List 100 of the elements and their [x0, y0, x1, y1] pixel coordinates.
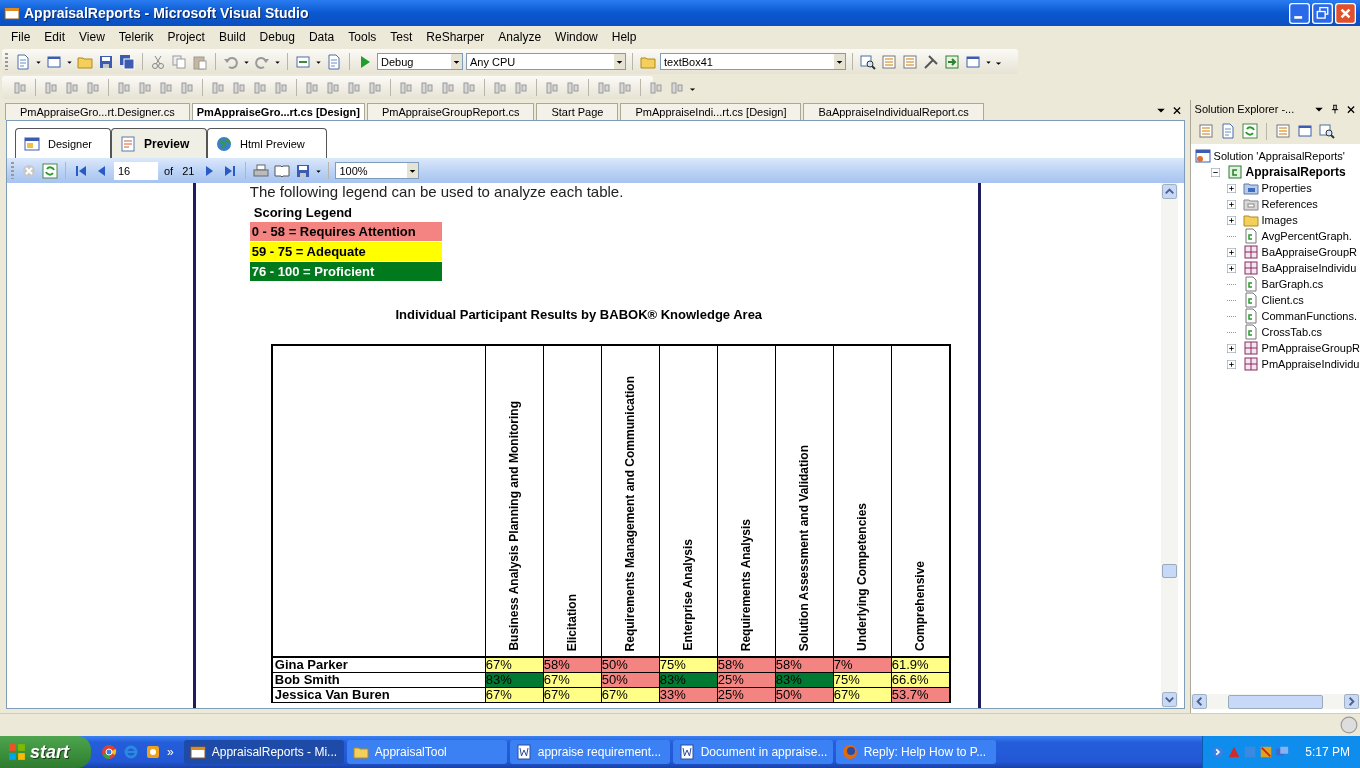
document-tab[interactable]: BaAppraiseIndividualReport.cs	[803, 103, 984, 120]
app-icon[interactable]	[145, 744, 161, 760]
tree-item[interactable]: CrossTab.cs	[1261, 326, 1323, 338]
report-icon	[1242, 356, 1259, 372]
document-icon	[515, 744, 532, 760]
menu-item[interactable]: Tools	[341, 28, 384, 46]
start-button[interactable]: start	[0, 736, 91, 768]
code-file-icon	[1242, 276, 1259, 292]
view-tab[interactable]: Html Preview	[207, 128, 327, 158]
menu-item[interactable]: Edit	[37, 28, 73, 46]
object-dropdown[interactable]: textBox41	[660, 53, 846, 70]
tree-item[interactable]: Client.cs	[1261, 294, 1304, 306]
zoom-dropdown[interactable]: 100%	[335, 162, 420, 179]
scroll-up-icon[interactable]	[1160, 183, 1178, 200]
copy-icon[interactable]	[170, 52, 188, 71]
more-button[interactable]: »	[167, 745, 174, 759]
tree-item[interactable]: AvgPercentGraph.	[1261, 230, 1352, 242]
tree-item[interactable]: PmAppraiseGroupR	[1261, 342, 1360, 354]
scroll-down-icon[interactable]	[1160, 691, 1178, 708]
menu-item[interactable]: Project	[160, 28, 212, 46]
menu-item[interactable]: View	[72, 28, 112, 46]
view-tab[interactable]: Designer	[15, 128, 111, 158]
taskbar-button[interactable]: Document in appraise...	[672, 740, 833, 764]
menu-item[interactable]: Telerik	[111, 28, 161, 46]
pin-icon[interactable]	[1330, 102, 1340, 116]
tray-icon[interactable]	[1259, 745, 1274, 759]
tree-item[interactable]: BaAppraiseGroupR	[1261, 246, 1357, 258]
horizontal-scrollbar[interactable]	[1190, 694, 1360, 709]
legend-entry: 76 - 100 = Proficient	[249, 262, 442, 281]
expand-icon[interactable]	[1226, 247, 1236, 257]
menu-item[interactable]: Debug	[252, 28, 302, 46]
expand-icon[interactable]	[1226, 343, 1236, 353]
tree-item[interactable]: AppraisalReports	[1245, 165, 1346, 179]
code-file-icon	[1242, 228, 1259, 244]
tray-icon[interactable]	[1275, 745, 1290, 759]
menu-item[interactable]: Data	[301, 28, 342, 46]
menu-item[interactable]: Test	[383, 28, 420, 46]
document-tab[interactable]: PmAppraiseGro...rt.Designer.cs	[5, 103, 190, 120]
folder-icon	[1242, 212, 1259, 228]
vertical-scrollbar[interactable]	[1160, 183, 1178, 708]
tree-item[interactable]: Solution 'AppraisalReports'	[1213, 150, 1345, 162]
tray-icon[interactable]	[1227, 745, 1242, 759]
document-tab[interactable]: PmAppraiseGro...rt.cs [Design]	[191, 103, 365, 120]
document-tab[interactable]: PmAppraiseIndi...rt.cs [Design]	[620, 103, 802, 120]
minimize-icon[interactable]	[1289, 2, 1310, 24]
search-icon[interactable]	[1317, 122, 1336, 140]
taskbar-button[interactable]: AppraisalTool	[346, 740, 507, 764]
refresh-icon[interactable]	[1240, 122, 1259, 140]
code-file-icon	[1242, 324, 1259, 340]
participant-name: Bob Smith	[271, 672, 486, 688]
expand-icon[interactable]	[1226, 215, 1236, 225]
scroll-left-icon[interactable]	[1190, 693, 1208, 710]
menu-item[interactable]: Window	[548, 28, 605, 46]
platform-dropdown[interactable]: Any CPU	[466, 53, 626, 70]
restore-icon[interactable]	[1312, 2, 1333, 24]
intro-text: The following legend can be used to analyze each table.	[249, 183, 625, 200]
window-title: AppraisalReports - Microsoft Visual Studio	[24, 5, 309, 21]
tree-item[interactable]: BaAppraiseIndividu	[1261, 262, 1357, 274]
tools-icon[interactable]	[922, 52, 940, 71]
taskbar-button[interactable]: AppraisalReports - Mi...	[183, 740, 344, 764]
print-icon[interactable]	[252, 161, 271, 180]
chevron-icon[interactable]	[1211, 745, 1226, 759]
folder-icon	[1242, 180, 1259, 196]
column-header: Comprehensive	[891, 345, 950, 657]
list-icon[interactable]	[1196, 122, 1215, 140]
view-tab[interactable]: Preview	[111, 128, 207, 158]
window-icon[interactable]	[1295, 122, 1314, 140]
globe-icon	[216, 135, 232, 152]
tree-item[interactable]: Properties	[1261, 182, 1312, 194]
scroll-thumb[interactable]	[1227, 694, 1323, 709]
refresh-icon[interactable]	[41, 161, 59, 180]
save-all-icon[interactable]	[118, 52, 136, 71]
scroll-right-icon[interactable]	[1343, 693, 1360, 710]
menu-item[interactable]: File	[4, 28, 38, 46]
resize-grip-icon[interactable]	[1340, 716, 1358, 734]
collapse-icon[interactable]	[1210, 167, 1220, 177]
menu-item[interactable]: Help	[604, 28, 644, 46]
menu-item[interactable]: Build	[211, 28, 253, 46]
page-field[interactable]: 16	[114, 161, 158, 180]
taskbar-button[interactable]: appraise requirement...	[509, 740, 670, 764]
expand-icon[interactable]	[1226, 199, 1236, 209]
expand-icon[interactable]	[1226, 183, 1236, 193]
tree-item[interactable]: BarGraph.cs	[1261, 278, 1324, 290]
search-icon[interactable]	[859, 52, 877, 71]
document-tab[interactable]: Start Page	[536, 103, 619, 120]
menu-item[interactable]: ReSharper	[419, 28, 492, 46]
tree-item[interactable]: CommanFunctions.	[1261, 310, 1357, 322]
table-title: Individual Participant Results by BABOK® Knowledge Area	[394, 307, 764, 322]
browser-icon	[841, 744, 858, 760]
expand-icon[interactable]	[1226, 359, 1236, 369]
menu-item[interactable]: Analyze	[491, 28, 549, 46]
document-tab[interactable]: PmAppraiseGroupReport.cs	[366, 103, 535, 120]
configuration-dropdown[interactable]: Debug	[377, 53, 463, 70]
tree-item[interactable]: Images	[1261, 214, 1298, 226]
scroll-thumb[interactable]	[1161, 564, 1177, 578]
browser-icon[interactable]	[101, 744, 117, 760]
taskbar-button[interactable]: Reply: Help How to P...	[835, 740, 996, 764]
tree-item[interactable]: References	[1261, 198, 1318, 210]
tree-item[interactable]: PmAppraiseIndividu	[1261, 358, 1360, 370]
expand-icon[interactable]	[1226, 263, 1236, 273]
